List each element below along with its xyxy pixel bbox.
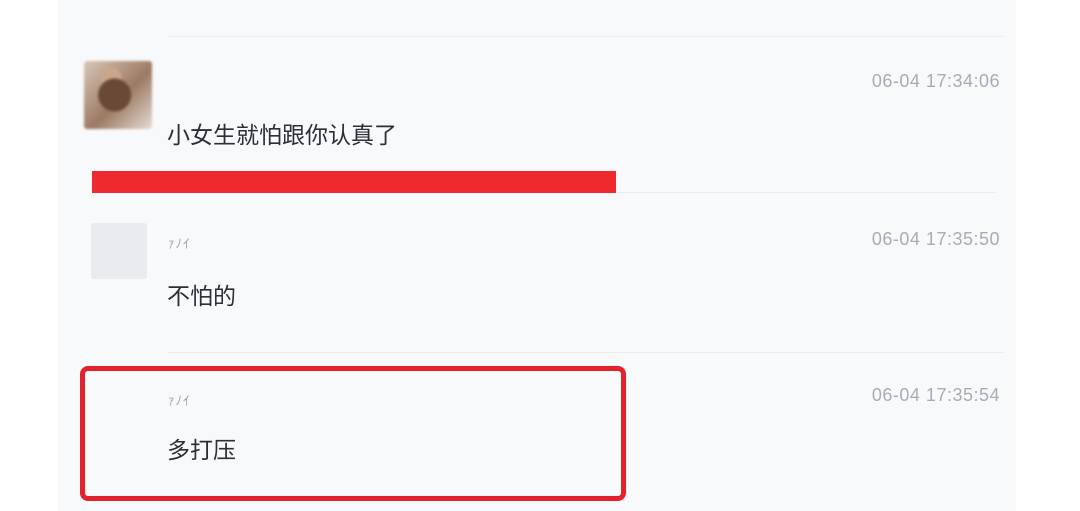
comment-timestamp: 06-04 17:35:54 bbox=[871, 385, 1000, 405]
redaction-bar bbox=[92, 171, 616, 193]
comment-timestamp: 06-04 17:35:50 bbox=[871, 229, 1000, 249]
comment-divider bbox=[616, 192, 996, 193]
avatar[interactable] bbox=[84, 61, 152, 129]
comment-divider bbox=[168, 352, 1004, 353]
comment-timestamp: 06-04 17:34:06 bbox=[871, 71, 1000, 91]
comment-text: 不怕的 bbox=[167, 284, 236, 310]
comment-text: 小女生就怕跟你认真了 bbox=[167, 123, 397, 149]
avatar[interactable] bbox=[91, 223, 147, 279]
highlight-box bbox=[80, 366, 626, 501]
comment-text: 多打压 bbox=[167, 438, 236, 464]
comment-thread-page: 06-04 17:34:06 小女生就怕跟你认真了 ｧﾉｲ 06-04 17:3… bbox=[0, 0, 1080, 511]
top-divider bbox=[168, 36, 1004, 37]
comment-nickname[interactable]: ｧﾉｲ bbox=[168, 233, 191, 252]
comment-nickname[interactable]: ｧﾉｲ bbox=[168, 390, 191, 409]
